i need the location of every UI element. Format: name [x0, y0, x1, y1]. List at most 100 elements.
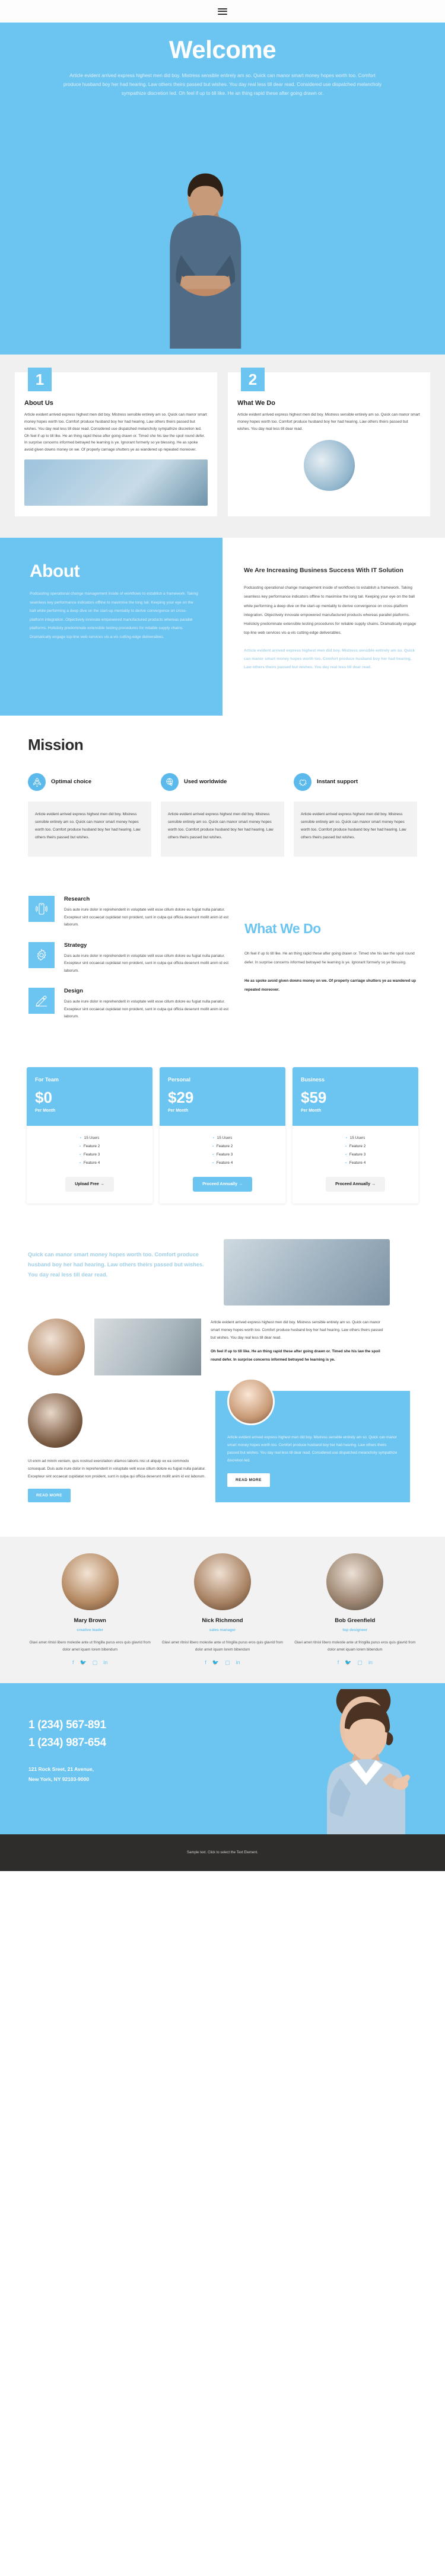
service-item-research: Research Duis aute irure dolor in repreh… — [28, 896, 237, 928]
about-heading: About — [30, 561, 80, 582]
read-more-button[interactable]: READ MORE — [227, 1473, 270, 1487]
pricing-card-business: Business $59 Per Month 15 Users Feature … — [293, 1067, 418, 1204]
mission-item-optimal-choice: Optimal choice Article evident arrived e… — [28, 771, 151, 857]
coffee-laptop-photo — [303, 439, 355, 491]
team-section: Mary Brown creative leader Glavi amet ri… — [0, 1537, 445, 1684]
card-what-we-do: 2 What We Do Article evident arrived exp… — [228, 368, 430, 517]
about-left-panel: About Podcasting operational change mana… — [0, 538, 223, 716]
member-role: sales manager — [209, 1628, 236, 1633]
testimonial-left: Ut enim ad minim veniam, quis nostrud ex… — [28, 1391, 206, 1503]
mission-section: Mission Optimal choice Article evident a… — [0, 716, 445, 881]
instagram-icon[interactable]: ▢ — [357, 1660, 363, 1665]
mobile-signal-icon — [28, 896, 55, 922]
nick-richmond-photo — [193, 1553, 251, 1611]
testimonial-left-body: Ut enim ad minim veniam, quis nostrud ex… — [28, 1458, 206, 1479]
man-figure-icon — [170, 173, 241, 349]
man-portrait-photo — [28, 1318, 85, 1375]
hero-section: Welcome Article evident arrived express … — [0, 23, 445, 355]
plan-feature: Feature 2 — [27, 1142, 152, 1151]
pencil-ruler-icon — [28, 988, 55, 1014]
pricing-section: For Team $0 Per Month 15 Users Feature 2… — [0, 1054, 445, 1227]
service-title: Strategy — [64, 941, 87, 949]
card-body: Article evident arrived express highest … — [24, 413, 207, 452]
plan-cta-button[interactable]: Upload Free → — [65, 1176, 114, 1192]
member-bio: Glavi amet ritnisl libero molestie ante … — [29, 1640, 151, 1652]
plan-feature: Feature 4 — [293, 1159, 418, 1167]
plan-cta-button[interactable]: Proceed Annually → — [193, 1176, 252, 1192]
plan-period: Per Month — [301, 1108, 322, 1113]
linkedin-icon[interactable]: in — [103, 1660, 107, 1665]
card-number-badge: 2 — [241, 368, 265, 391]
service-title: Research — [64, 896, 90, 903]
woman-pointing-photo — [312, 1689, 415, 1835]
read-more-button[interactable]: READ MORE — [28, 1489, 71, 1503]
what-we-do-body: Oh feel if up to till like. He an thing … — [244, 952, 415, 965]
plan-feature: Feature 3 — [293, 1151, 418, 1159]
team-meeting-photo — [224, 1238, 390, 1305]
storefront-photo — [94, 1318, 201, 1375]
twitter-icon[interactable]: 🐦 — [345, 1660, 351, 1665]
heart-hands-icon — [294, 773, 312, 791]
hero-paragraph: Article evident arrived express highest … — [63, 73, 382, 97]
globe-pin-icon — [161, 773, 179, 791]
card-title: What We Do — [237, 400, 275, 407]
about-right-panel: We Are Increasing Business Success With … — [223, 538, 445, 716]
instagram-icon[interactable]: ▢ — [93, 1660, 98, 1665]
member-social-links: f 🐦 ▢ in — [28, 1660, 152, 1665]
plan-feature: Feature 4 — [27, 1159, 152, 1167]
about-section: About Podcasting operational change mana… — [0, 538, 445, 716]
mission-item-used-worldwide: Used worldwide Article evident arrived e… — [161, 771, 284, 857]
service-body: Duis aute irure dolor in reprehenderit i… — [64, 908, 228, 927]
plan-name: For Team — [35, 1076, 59, 1083]
team-member-bob-greenfield: Bob Greenfield top designeer Glavi amet … — [293, 1553, 417, 1665]
hamburger-menu-icon[interactable] — [218, 8, 227, 15]
facebook-icon[interactable]: f — [338, 1660, 339, 1665]
plan-period: Per Month — [168, 1108, 189, 1113]
services-section: Research Duis aute irure dolor in repreh… — [0, 880, 445, 1054]
instagram-icon[interactable]: ▢ — [225, 1660, 230, 1665]
plan-feature: 15 Users — [27, 1134, 152, 1142]
woman-figure-icon — [327, 1702, 410, 1835]
landing-page: Welcome Article evident arrived express … — [0, 0, 445, 1872]
plan-cta-button[interactable]: Proceed Annually → — [326, 1176, 385, 1192]
mission-item-instant-support: Instant support Article evident arrived … — [294, 771, 417, 857]
member-role: creative leader — [77, 1628, 104, 1633]
service-item-design: Design Duis aute irure dolor in reprehen… — [28, 988, 237, 1020]
plan-price: $29 — [168, 1088, 194, 1106]
plan-feature: 15 Users — [293, 1134, 418, 1142]
member-bio: Glavi amet ritnisl libero molestie ante … — [294, 1640, 416, 1652]
plan-feature: Feature 4 — [160, 1159, 285, 1167]
plan-period: Per Month — [35, 1108, 56, 1113]
mission-item-body: Article evident arrived express highest … — [294, 802, 417, 857]
quote-body: Article evident arrived express highest … — [211, 1320, 383, 1340]
member-name: Bob Greenfield — [335, 1617, 376, 1624]
about-right-body: Podcasting operational change management… — [244, 586, 417, 636]
service-body: Duis aute irure dolor in reprehenderit i… — [64, 1000, 228, 1019]
page-footer: Sample text. Click to select the Text El… — [0, 1834, 445, 1872]
mission-item-title: Optimal choice — [51, 778, 92, 785]
mission-item-body: Article evident arrived express highest … — [28, 802, 151, 857]
twitter-icon[interactable]: 🐦 — [80, 1660, 87, 1665]
service-item-strategy: Strategy Duis aute irure dolor in repreh… — [28, 941, 237, 975]
twitter-icon[interactable]: 🐦 — [212, 1660, 219, 1665]
woman-portrait-photo — [227, 1377, 275, 1425]
gear-icon — [28, 941, 55, 968]
bob-greenfield-photo — [326, 1553, 384, 1611]
top-navigation-bar — [0, 0, 445, 23]
rocket-icon — [28, 773, 46, 791]
facebook-icon[interactable]: f — [205, 1660, 206, 1665]
facebook-icon[interactable]: f — [72, 1660, 74, 1665]
linkedin-icon[interactable]: in — [368, 1660, 373, 1665]
plan-price: $59 — [301, 1088, 327, 1106]
member-name: Nick Richmond — [202, 1617, 243, 1624]
service-title: Design — [64, 988, 83, 995]
testimonial-section: Ut enim ad minim veniam, quis nostrud ex… — [15, 1377, 430, 1503]
member-name: Mary Brown — [74, 1617, 106, 1624]
plan-feature: 15 Users — [160, 1134, 285, 1142]
card-body: Article evident arrived express highest … — [237, 413, 420, 431]
linkedin-icon[interactable]: in — [236, 1660, 240, 1665]
plan-name: Business — [301, 1076, 325, 1083]
man-portrait-photo — [28, 1393, 82, 1448]
member-social-links: f 🐦 ▢ in — [160, 1660, 284, 1665]
what-we-do-bold: He as spoke avoid given downs money on w… — [244, 978, 417, 992]
